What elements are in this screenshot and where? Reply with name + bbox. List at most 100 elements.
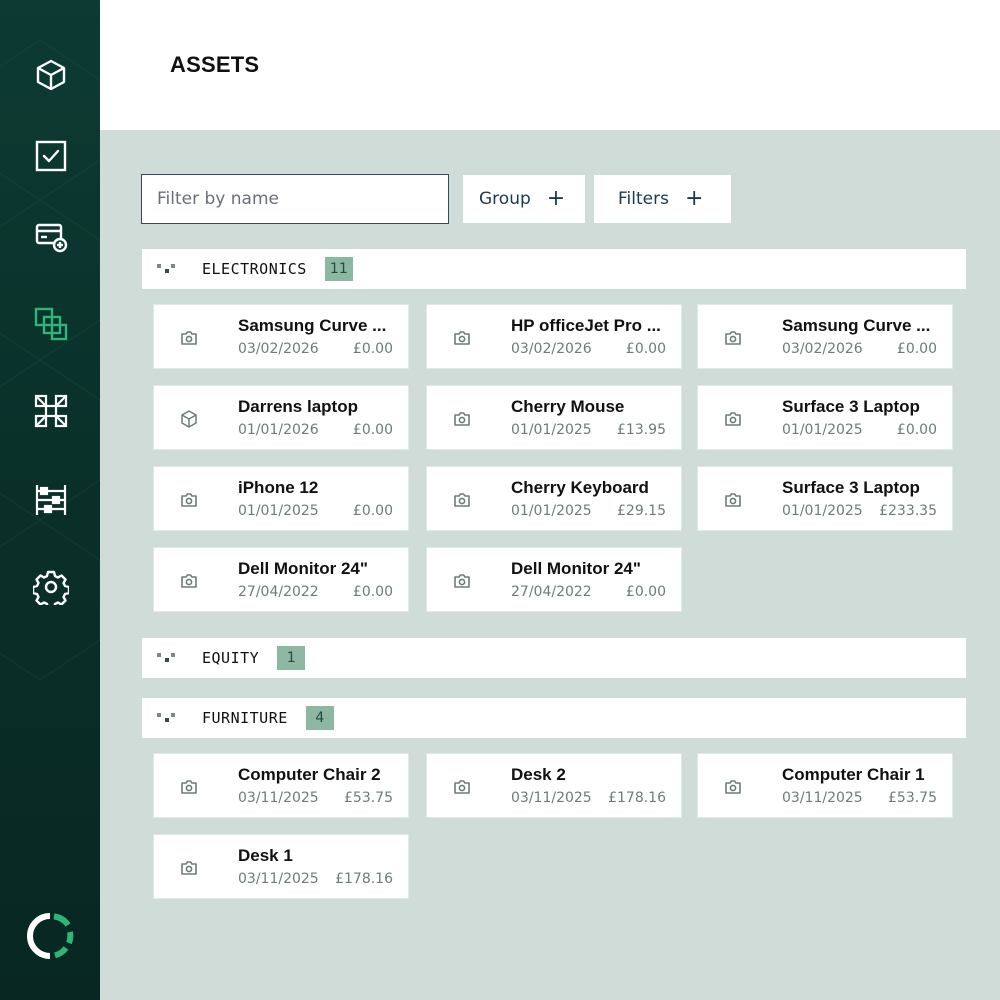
asset-date: 01/01/2025 (782, 422, 863, 438)
camera-icon (179, 777, 199, 797)
asset-card[interactable]: iPhone 12 01/01/2025 £0.00 (153, 466, 409, 531)
asset-date: 03/11/2025 (782, 790, 863, 806)
nav-copy-squares-icon[interactable] (32, 305, 70, 343)
group-count-badge: 11 (324, 257, 353, 281)
asset-card[interactable]: Desk 2 03/11/2025 £178.16 (426, 753, 682, 818)
asset-name: Samsung Curve ... (782, 316, 931, 335)
asset-name: Computer Chair 1 (782, 765, 925, 784)
group-button[interactable]: Group + (463, 175, 586, 223)
camera-icon (723, 777, 743, 797)
asset-card[interactable]: Cherry Mouse 01/01/2025 £13.95 (426, 385, 682, 450)
asset-date: 27/04/2022 (238, 584, 319, 600)
asset-date: 27/04/2022 (511, 584, 592, 600)
group-toggle-icon (157, 264, 175, 273)
asset-date: 01/01/2025 (511, 422, 592, 438)
asset-price: £13.95 (617, 422, 666, 438)
asset-price: £0.00 (352, 584, 393, 600)
group-button-label: Group (479, 189, 531, 209)
sidebar (0, 0, 100, 1000)
asset-name: Darrens laptop (238, 397, 358, 416)
nav-gear-icon[interactable] (32, 568, 70, 606)
page-header: ASSETS (100, 0, 1000, 130)
camera-icon (452, 328, 472, 348)
camera-icon (179, 571, 199, 591)
group-name: ELECTRONICS (202, 260, 307, 278)
page-title: ASSETS (170, 52, 260, 77)
assets-main: Group + Filters + ELECTRONICS 11 Samsung C… (100, 130, 1000, 1000)
camera-icon (179, 328, 199, 348)
group-count-badge: 4 (305, 706, 334, 730)
group-header-furniture[interactable]: FURNITURE 4 (142, 698, 966, 738)
plus-icon: + (546, 186, 566, 211)
asset-name: Dell Monitor 24" (238, 559, 368, 578)
nav-network-nodes-icon[interactable] (32, 392, 70, 430)
asset-card[interactable]: Computer Chair 1 03/11/2025 £53.75 (697, 753, 953, 818)
asset-price: £178.16 (608, 790, 666, 806)
asset-card[interactable]: Darrens laptop 01/01/2026 £0.00 (153, 385, 409, 450)
asset-card[interactable]: HP officeJet Pro ... 03/02/2026 £0.00 (426, 304, 682, 369)
group-header-equity[interactable]: EQUITY 1 (142, 638, 966, 678)
filters-button[interactable]: Filters + (594, 175, 732, 223)
asset-name: Surface 3 Laptop (782, 397, 920, 416)
asset-date: 01/01/2025 (511, 503, 592, 519)
asset-card[interactable]: Surface 3 Laptop 01/01/2025 £0.00 (697, 385, 953, 450)
camera-icon (179, 858, 199, 878)
plus-icon: + (684, 186, 704, 211)
camera-icon (723, 409, 743, 429)
asset-name: Cherry Keyboard (511, 478, 649, 497)
nav-abacus-icon[interactable] (32, 481, 70, 519)
asset-name: Cherry Mouse (511, 397, 625, 416)
asset-price: £53.75 (344, 790, 393, 806)
asset-name: iPhone 12 (238, 478, 319, 497)
asset-price: £0.00 (896, 341, 937, 357)
asset-card[interactable]: Samsung Curve ... 03/02/2026 £0.00 (697, 304, 953, 369)
camera-icon (452, 571, 472, 591)
asset-name: Dell Monitor 24" (511, 559, 641, 578)
group-header-electronics[interactable]: ELECTRONICS 11 (142, 249, 966, 289)
filter-by-name-input[interactable] (141, 174, 449, 224)
asset-price: £0.00 (352, 422, 393, 438)
asset-price: £0.00 (896, 422, 937, 438)
camera-icon (723, 328, 743, 348)
camera-icon (452, 777, 472, 797)
asset-card[interactable]: Desk 1 03/11/2025 £178.16 (153, 834, 409, 899)
asset-price: £0.00 (625, 584, 666, 600)
asset-price: £178.16 (335, 871, 393, 887)
asset-card[interactable]: Dell Monitor 24" 27/04/2022 £0.00 (426, 547, 682, 612)
asset-date: 01/01/2026 (238, 422, 319, 438)
asset-card[interactable]: Surface 3 Laptop 01/01/2025 £233.35 (697, 466, 953, 531)
asset-card[interactable]: Dell Monitor 24" 27/04/2022 £0.00 (153, 547, 409, 612)
group-toggle-icon (157, 653, 175, 662)
nav-cube-icon[interactable] (32, 56, 70, 94)
filters-button-label: Filters (618, 189, 669, 209)
asset-price: £0.00 (352, 341, 393, 357)
asset-price: £0.00 (625, 341, 666, 357)
asset-name: HP officeJet Pro ... (511, 316, 661, 335)
asset-date: 03/11/2025 (238, 871, 319, 887)
asset-name: Desk 2 (511, 765, 566, 784)
asset-date: 03/02/2026 (238, 341, 319, 357)
asset-name: Samsung Curve ... (238, 316, 387, 335)
nav-checkbox-icon[interactable] (32, 137, 70, 175)
asset-card[interactable]: Computer Chair 2 03/11/2025 £53.75 (153, 753, 409, 818)
asset-price: £53.75 (888, 790, 937, 806)
camera-icon (179, 490, 199, 510)
asset-date: 01/01/2025 (782, 503, 863, 519)
cube-icon (179, 409, 199, 429)
asset-name: Desk 1 (238, 846, 293, 865)
asset-date: 03/11/2025 (511, 790, 592, 806)
asset-card[interactable]: Samsung Curve ... 03/02/2026 £0.00 (153, 304, 409, 369)
asset-price: £0.00 (352, 503, 393, 519)
group-toggle-icon (157, 713, 175, 722)
asset-card[interactable]: Cherry Keyboard 01/01/2025 £29.15 (426, 466, 682, 531)
camera-icon (452, 409, 472, 429)
nav-card-add-icon[interactable] (32, 218, 70, 256)
asset-date: 03/11/2025 (238, 790, 319, 806)
asset-date: 03/02/2026 (782, 341, 863, 357)
ring-logo-icon (27, 913, 74, 959)
asset-date: 01/01/2025 (238, 503, 319, 519)
asset-price: £29.15 (617, 503, 666, 519)
camera-icon (723, 490, 743, 510)
asset-date: 03/02/2026 (511, 341, 592, 357)
group-name: EQUITY (202, 649, 260, 667)
